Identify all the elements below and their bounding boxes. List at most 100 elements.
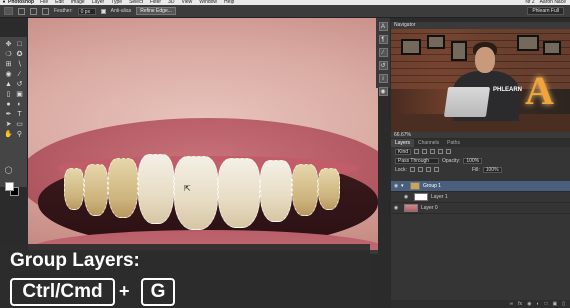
feather-input[interactable]: 0 px <box>77 7 96 15</box>
move-tool-icon[interactable]: ✥ <box>4 41 13 49</box>
caption-title: Group Layers: <box>10 250 140 271</box>
hand-tool-icon[interactable]: ✋ <box>4 131 13 139</box>
wall-frame <box>543 41 561 55</box>
adjustments-panel-icon[interactable]: ◉ <box>378 87 388 96</box>
navigator-tab[interactable]: Navigator <box>391 22 570 29</box>
pen-tool-icon[interactable]: ✒ <box>4 111 13 119</box>
mask-icon[interactable]: ◉ <box>527 301 531 307</box>
layers-bottom-bar: ∞ fx ◉ ◐ □ ▣ ▯ <box>391 300 570 308</box>
healing-brush-tool-icon[interactable]: ◉ <box>4 71 13 79</box>
blend-mode-select[interactable]: Pass Through <box>395 157 439 164</box>
shirt-logo: PHLEARN <box>493 87 523 93</box>
new-layer-icon[interactable]: ▣ <box>553 301 558 307</box>
dodge-tool-icon[interactable]: ◐ <box>15 101 24 109</box>
foreground-color-swatch[interactable] <box>5 182 14 191</box>
layer-name: Layer 0 <box>421 205 438 211</box>
brush-tool-icon[interactable]: ∕ <box>15 71 24 79</box>
eyedropper-tool-icon[interactable]: ∖ <box>15 61 24 69</box>
wall-frame <box>517 35 539 51</box>
layer-row-group-1[interactable]: ◉ ▾ Group 1 <box>391 181 570 192</box>
lock-position-icon[interactable] <box>425 167 431 172</box>
quick-mask-icon[interactable]: ◯ <box>4 167 13 175</box>
zoom-tool-icon[interactable]: ⚲ <box>15 131 24 139</box>
new-selection-icon[interactable] <box>18 7 25 15</box>
filter-smart-object-icon[interactable] <box>446 149 452 154</box>
paragraph-panel-icon[interactable]: ¶ <box>378 35 388 44</box>
wall-frame <box>427 35 445 49</box>
fill-label: Fill: <box>471 166 480 173</box>
link-icon[interactable]: ∞ <box>510 301 514 307</box>
visibility-eye-icon[interactable]: ◉ <box>391 205 401 211</box>
opacity-input[interactable]: 100% <box>463 157 483 164</box>
filter-adjustment-icon[interactable] <box>422 149 428 154</box>
layer-row-layer-1[interactable]: ◉ Layer 1 <box>391 192 570 203</box>
presenter-head <box>475 47 495 73</box>
type-tool-icon[interactable]: T <box>15 111 24 119</box>
lasso-tool-preset-icon[interactable] <box>4 7 13 15</box>
wall-frame <box>401 39 421 55</box>
filter-shape-icon[interactable] <box>438 149 444 154</box>
expand-arrow-icon[interactable]: ▾ <box>401 183 407 189</box>
antialias-label: Anti-alias <box>110 8 132 14</box>
layers-panel: Layers Channels Paths Kind Pass Through … <box>391 139 570 308</box>
layer-thumbnail <box>404 204 418 212</box>
lock-pixels-icon[interactable] <box>417 167 423 172</box>
history-brush-tool-icon[interactable]: ↺ <box>15 81 24 89</box>
trash-icon[interactable]: ▯ <box>562 301 565 307</box>
refine-edge-button[interactable]: Refine Edge... <box>136 7 176 15</box>
layer-thumbnail <box>414 193 428 201</box>
fx-icon[interactable]: fx <box>518 301 522 307</box>
navigator-zoom[interactable]: 66.67% <box>391 132 570 138</box>
crop-tool-icon[interactable]: ⊞ <box>4 61 13 69</box>
tooth <box>84 164 108 216</box>
filter-row: Kind <box>391 147 570 156</box>
eraser-tool-icon[interactable]: ▯ <box>4 91 13 99</box>
filter-type-icon[interactable] <box>430 149 436 154</box>
marquee-tool-icon[interactable]: □ <box>15 41 24 49</box>
clone-stamp-tool-icon[interactable]: ▲ <box>4 81 13 89</box>
history-panel-icon[interactable]: ↺ <box>378 61 388 70</box>
tooth <box>108 158 138 218</box>
laptop <box>443 87 491 117</box>
tools-panel: ✥ □ ❍ ✪ ⊞ ∖ ◉ ∕ ▲ ↺ ▯ ▣ ● ◐ ✒ T ➤ ▭ ✋ ⚲ … <box>0 37 28 196</box>
layers-tabs: Layers Channels Paths <box>391 139 570 147</box>
tooth <box>218 158 260 228</box>
visibility-eye-icon[interactable]: ◉ <box>391 183 401 189</box>
adjustment-icon[interactable]: ◐ <box>536 301 539 307</box>
brush-panel-icon[interactable]: ∕ <box>378 48 388 57</box>
subtract-selection-icon[interactable] <box>42 7 49 15</box>
blur-tool-icon[interactable]: ● <box>4 101 13 109</box>
filter-pixel-icon[interactable] <box>414 149 420 154</box>
workspace-select[interactable]: Phlearn Full <box>527 7 564 15</box>
layer-name: Layer 1 <box>431 194 448 200</box>
lock-transparency-icon[interactable] <box>409 167 415 172</box>
tab-channels[interactable]: Channels <box>414 139 443 147</box>
lasso-tool-icon[interactable]: ❍ <box>4 51 13 59</box>
folder-icon[interactable]: □ <box>544 301 547 307</box>
path-select-tool-icon[interactable]: ➤ <box>4 121 13 129</box>
info-panel-icon[interactable]: i <box>378 74 388 83</box>
options-bar: Feather: 0 px Anti-alias Refine Edge... … <box>0 5 570 18</box>
add-selection-icon[interactable] <box>30 7 37 15</box>
plus-sign: + <box>119 281 130 301</box>
visibility-eye-icon[interactable]: ◉ <box>401 194 411 200</box>
layer-name: Group 1 <box>423 183 442 189</box>
fill-input[interactable]: 100% <box>482 166 502 173</box>
antialias-checkbox[interactable] <box>100 8 106 14</box>
tab-paths[interactable]: Paths <box>443 139 464 147</box>
tooth <box>138 154 174 224</box>
shape-tool-icon[interactable]: ▭ <box>15 121 24 129</box>
blend-row: Pass Through Opacity: 100% <box>391 156 570 165</box>
lock-all-icon[interactable] <box>433 167 439 172</box>
character-panel-icon[interactable]: A <box>378 22 388 31</box>
filter-kind-select[interactable]: Kind <box>395 148 412 155</box>
marquee-letter: A <box>525 68 554 113</box>
lock-label: Lock: <box>395 166 407 173</box>
document-canvas[interactable]: ⇱ <box>28 18 378 250</box>
tooth <box>292 164 318 216</box>
quick-select-tool-icon[interactable]: ✪ <box>15 51 24 59</box>
tab-layers[interactable]: Layers <box>391 139 415 147</box>
layer-row-layer-0[interactable]: ◉ Layer 0 <box>391 203 570 214</box>
gradient-tool-icon[interactable]: ▣ <box>15 91 24 99</box>
folder-icon <box>410 182 420 190</box>
